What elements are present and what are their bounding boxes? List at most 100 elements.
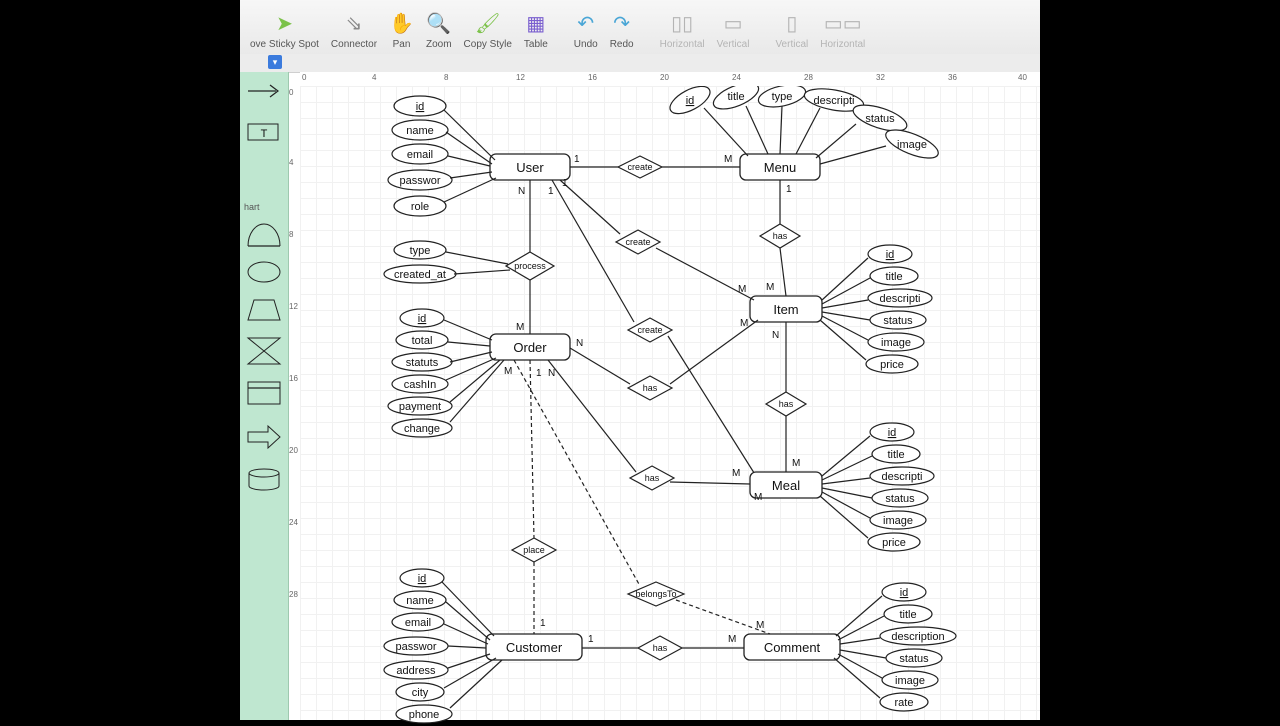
- entity-customer[interactable]: Customer: [486, 634, 582, 660]
- svg-text:status: status: [885, 493, 915, 505]
- text-shape-icon[interactable]: T: [246, 122, 282, 142]
- distribute-horizontal-button[interactable]: ▭▭ Horizontal: [814, 7, 871, 54]
- svg-text:N: N: [772, 330, 779, 341]
- table-tool[interactable]: ▦ Table: [518, 7, 554, 54]
- svg-text:city: city: [412, 687, 429, 699]
- svg-text:1: 1: [786, 184, 792, 195]
- svg-text:created_at: created_at: [394, 269, 446, 281]
- rel-order-has-item[interactable]: has: [628, 376, 672, 400]
- align-horizontal-button[interactable]: ▯▯ Horizontal: [654, 7, 711, 54]
- svg-text:1: 1: [536, 368, 542, 379]
- rel-customer-has-comment[interactable]: has: [638, 636, 682, 660]
- attr-order-statuts[interactable]: statuts: [392, 352, 492, 371]
- attr-meal-status[interactable]: status: [822, 488, 928, 507]
- attr-user-email[interactable]: email: [392, 144, 490, 166]
- svg-text:image: image: [897, 139, 927, 151]
- dropdown-toggle[interactable]: ▾: [268, 55, 282, 69]
- svg-text:has: has: [643, 383, 658, 393]
- entity-menu[interactable]: Menu: [740, 154, 820, 180]
- svg-text:phone: phone: [409, 709, 440, 721]
- svg-text:M: M: [756, 620, 764, 631]
- hourglass-shape-icon[interactable]: [246, 336, 282, 366]
- stencil-section-label: hart: [244, 202, 260, 212]
- arrow-shape-icon[interactable]: [246, 82, 282, 100]
- svg-text:create: create: [627, 162, 652, 172]
- box-shape-icon[interactable]: [246, 380, 282, 408]
- svg-text:id: id: [888, 427, 897, 439]
- rel-order-has-meal[interactable]: has: [630, 466, 674, 490]
- svg-text:statuts: statuts: [406, 357, 439, 369]
- svg-text:title: title: [727, 91, 744, 103]
- svg-text:M: M: [738, 284, 746, 295]
- pan-tool[interactable]: ✋ Pan: [383, 7, 420, 54]
- svg-text:N: N: [518, 186, 525, 197]
- entity-comment[interactable]: Comment: [744, 634, 840, 660]
- svg-text:M: M: [740, 318, 748, 329]
- svg-text:M: M: [792, 458, 800, 469]
- rel-user-create-menu[interactable]: create: [618, 156, 662, 178]
- trapezoid-shape-icon[interactable]: [246, 296, 282, 324]
- entity-order[interactable]: Order: [490, 334, 570, 360]
- svg-text:id: id: [418, 313, 427, 325]
- zoom-tool[interactable]: 🔍 Zoom: [420, 7, 458, 54]
- attr-comment-status[interactable]: status: [840, 649, 942, 667]
- connector-icon: ⇘: [346, 7, 363, 39]
- rel-menu-has-item[interactable]: has: [760, 224, 800, 248]
- svg-text:role: role: [411, 201, 429, 213]
- redo-button[interactable]: ↷ Redo: [604, 7, 640, 54]
- arrow-block-shape-icon[interactable]: [246, 422, 282, 452]
- rel-item-has-meal[interactable]: has: [766, 392, 806, 416]
- svg-text:type: type: [772, 91, 793, 103]
- attr-item-status[interactable]: status: [822, 311, 926, 329]
- entity-user[interactable]: User: [490, 154, 570, 180]
- svg-text:1: 1: [574, 154, 580, 165]
- rel-belongs-to[interactable]: belongsTo: [628, 582, 684, 606]
- dist-h-icon: ▭▭: [824, 7, 862, 39]
- svg-text:descripti: descripti: [814, 95, 855, 107]
- shape-stencil[interactable]: T hart: [240, 72, 289, 720]
- cylinder-shape-icon[interactable]: [246, 468, 282, 492]
- attr-meal-description[interactable]: descripti: [822, 467, 934, 485]
- rel-place[interactable]: place: [512, 538, 556, 562]
- drawing-canvas[interactable]: User id name email passwor role Menu id …: [300, 86, 1040, 720]
- svg-text:total: total: [412, 335, 433, 347]
- svg-text:N: N: [548, 368, 555, 379]
- svg-text:passwor: passwor: [396, 641, 437, 653]
- svg-text:descripti: descripti: [882, 471, 923, 483]
- attr-menu-type[interactable]: type: [756, 86, 807, 154]
- svg-text:title: title: [887, 449, 904, 461]
- move-sticky-spot-tool[interactable]: ➤ ove Sticky Spot: [244, 7, 325, 54]
- svg-text:price: price: [882, 537, 906, 549]
- er-diagram[interactable]: User id name email passwor role Menu id …: [300, 86, 1040, 726]
- svg-text:Comment: Comment: [764, 640, 821, 655]
- svg-text:User: User: [516, 160, 544, 175]
- attr-item-description[interactable]: descripti: [822, 289, 932, 308]
- svg-text:id: id: [686, 95, 695, 107]
- attr-process-createdat[interactable]: created_at: [384, 265, 510, 283]
- align-vertical-button[interactable]: ▭ Vertical: [711, 7, 756, 54]
- svg-text:name: name: [406, 125, 434, 137]
- connector-tool[interactable]: ⇘ Connector: [325, 7, 383, 54]
- rel-user-create-item[interactable]: create: [616, 230, 660, 254]
- copy-style-tool[interactable]: 🖌 Copy Style: [458, 7, 518, 54]
- horizontal-ruler: 0 4 8 12 16 20 24 28 32 36 40: [300, 72, 1040, 87]
- attr-process-type[interactable]: type: [394, 241, 508, 264]
- dist-v-icon: ▯: [786, 7, 797, 39]
- distribute-vertical-button[interactable]: ▯ Vertical: [769, 7, 814, 54]
- attr-customer-address[interactable]: address: [384, 654, 490, 679]
- attr-menu-image[interactable]: image: [820, 124, 942, 164]
- ellipse-shape-icon[interactable]: [246, 260, 282, 284]
- attr-menu-description[interactable]: descripti: [796, 86, 865, 154]
- rel-user-create-meal[interactable]: create: [628, 318, 672, 342]
- svg-text:has: has: [645, 473, 660, 483]
- entity-item[interactable]: Item: [750, 296, 822, 322]
- svg-text:type: type: [410, 245, 431, 257]
- svg-text:id: id: [886, 249, 895, 261]
- format-bar: ▾: [240, 54, 1040, 73]
- undo-icon: ↶: [577, 7, 594, 39]
- svg-text:place: place: [523, 545, 545, 555]
- undo-button[interactable]: ↶ Undo: [568, 7, 604, 54]
- ellipse-half-icon[interactable]: [246, 222, 282, 248]
- attr-customer-password[interactable]: passwor: [384, 637, 486, 655]
- rel-process[interactable]: process: [506, 252, 554, 280]
